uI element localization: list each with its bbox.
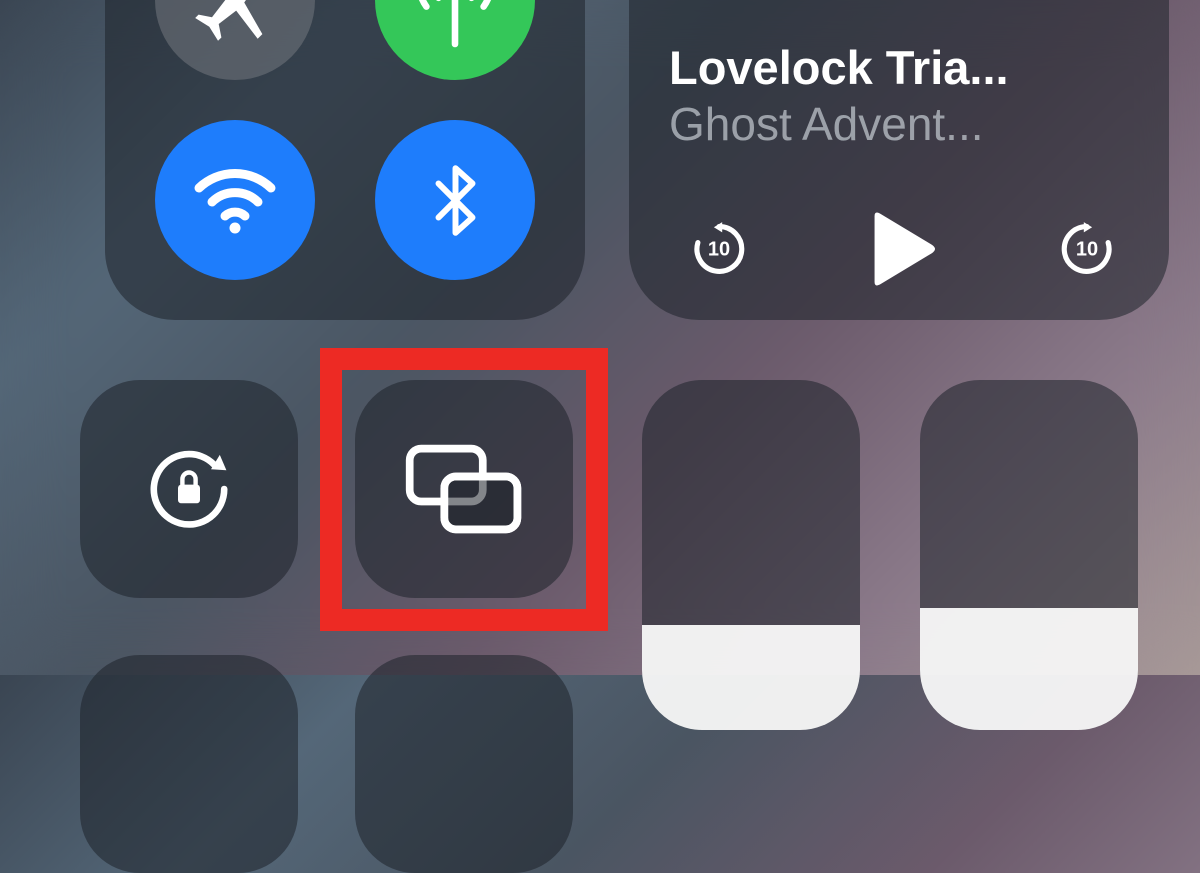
media-panel[interactable]: Lovelock Tria... Ghost Advent... 10 (629, 0, 1169, 320)
brightness-slider[interactable] (642, 380, 860, 730)
orientation-lock-button[interactable] (80, 380, 298, 598)
orientation-lock-icon (134, 434, 244, 544)
bluetooth-icon (413, 158, 498, 243)
wifi-icon (185, 150, 285, 250)
antenna-icon (400, 0, 510, 55)
play-button[interactable] (861, 206, 946, 291)
volume-slider[interactable] (920, 380, 1138, 730)
skip-forward-button[interactable]: 10 (1055, 217, 1119, 281)
screen-mirroring-button[interactable] (355, 380, 573, 598)
skip-forward-seconds: 10 (1076, 238, 1098, 261)
screen-mirroring-icon (402, 439, 527, 539)
bluetooth-button[interactable] (375, 120, 535, 280)
play-icon (867, 209, 939, 289)
skip-back-seconds: 10 (708, 238, 730, 261)
now-playing-title: Lovelock Tria... (669, 40, 1129, 95)
connectivity-panel[interactable] (105, 0, 585, 320)
now-playing-subtitle: Ghost Advent... (669, 97, 1129, 151)
cellular-data-button[interactable] (375, 0, 535, 80)
brightness-fill (642, 625, 860, 730)
airplane-icon (188, 0, 283, 48)
control-tile[interactable] (355, 655, 573, 873)
volume-fill (920, 608, 1138, 731)
skip-back-button[interactable]: 10 (687, 217, 751, 281)
airplane-mode-button[interactable] (155, 0, 315, 80)
control-tile[interactable] (80, 655, 298, 873)
wifi-button[interactable] (155, 120, 315, 280)
